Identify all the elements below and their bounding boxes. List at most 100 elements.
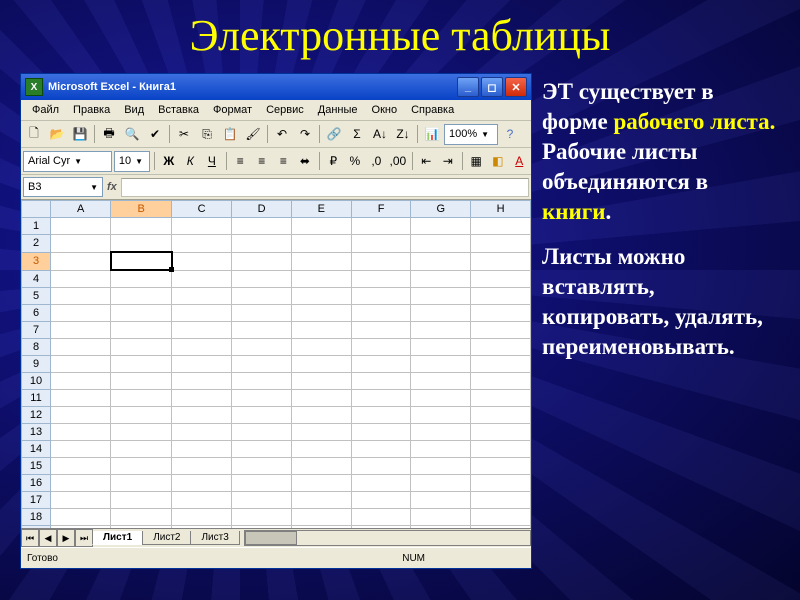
cell-G6[interactable] [411,305,471,322]
cell-G19[interactable] [411,526,471,529]
row-header-18[interactable]: 18 [22,509,51,526]
cell-B3[interactable] [111,252,172,270]
cell-C13[interactable] [172,424,232,441]
cell-G8[interactable] [411,339,471,356]
cell-G16[interactable] [411,475,471,492]
cell-E19[interactable] [291,526,351,529]
bold-icon[interactable]: Ж [159,150,179,172]
cell-G17[interactable] [411,492,471,509]
cell-D12[interactable] [232,407,292,424]
cell-B10[interactable] [111,373,172,390]
sum-icon[interactable]: Σ [346,123,368,145]
name-box[interactable]: B3▼ [23,177,103,197]
row-header-11[interactable]: 11 [22,390,51,407]
cell-B2[interactable] [111,235,172,253]
formula-input[interactable] [121,178,529,197]
cell-A1[interactable] [51,218,111,235]
tab-nav-prev[interactable]: ◀ [39,529,57,547]
cell-D10[interactable] [232,373,292,390]
cell-C14[interactable] [172,441,232,458]
cell-A18[interactable] [51,509,111,526]
cell-B8[interactable] [111,339,172,356]
maximize-button[interactable]: ◻ [481,77,503,97]
cell-A12[interactable] [51,407,111,424]
cell-F19[interactable] [351,526,411,529]
link-icon[interactable]: 🔗 [323,123,345,145]
col-header-E[interactable]: E [291,201,351,218]
cell-H19[interactable] [471,526,531,529]
cell-A11[interactable] [51,390,111,407]
menu-tools[interactable]: Сервис [259,102,311,118]
cell-C8[interactable] [172,339,232,356]
cell-E13[interactable] [291,424,351,441]
cell-G18[interactable] [411,509,471,526]
cell-B14[interactable] [111,441,172,458]
cell-D11[interactable] [232,390,292,407]
cell-D3[interactable] [232,252,292,270]
cell-A7[interactable] [51,322,111,339]
cell-E6[interactable] [291,305,351,322]
cell-E10[interactable] [291,373,351,390]
cell-F12[interactable] [351,407,411,424]
tab-nav-first[interactable]: ⏮ [21,529,39,547]
cell-B18[interactable] [111,509,172,526]
select-all-corner[interactable] [22,201,51,218]
fill-color-icon[interactable]: ◧ [488,150,508,172]
row-header-9[interactable]: 9 [22,356,51,373]
col-header-D[interactable]: D [232,201,292,218]
align-right-icon[interactable]: ≡ [274,150,294,172]
cell-F13[interactable] [351,424,411,441]
cell-G12[interactable] [411,407,471,424]
print-icon[interactable]: 🖶 [98,123,120,145]
menu-window[interactable]: Окно [365,102,405,118]
cell-F5[interactable] [351,288,411,305]
fx-icon[interactable]: fx [107,181,117,193]
cell-G9[interactable] [411,356,471,373]
cell-E4[interactable] [291,270,351,288]
cell-A9[interactable] [51,356,111,373]
cell-E7[interactable] [291,322,351,339]
cell-H14[interactable] [471,441,531,458]
horizontal-scrollbar[interactable] [244,530,531,546]
cell-C3[interactable] [172,252,232,270]
cell-C12[interactable] [172,407,232,424]
cell-B5[interactable] [111,288,172,305]
cell-F8[interactable] [351,339,411,356]
undo-icon[interactable]: ↶ [271,123,293,145]
row-header-1[interactable]: 1 [22,218,51,235]
cell-F10[interactable] [351,373,411,390]
cell-F2[interactable] [351,235,411,253]
spreadsheet-grid[interactable]: ABCDEFGH1234567891011121314151617181920 [21,200,531,528]
cell-H6[interactable] [471,305,531,322]
cell-E17[interactable] [291,492,351,509]
cell-C5[interactable] [172,288,232,305]
decimal-inc-icon[interactable]: ,0 [367,150,387,172]
cell-E5[interactable] [291,288,351,305]
cell-G1[interactable] [411,218,471,235]
cell-D15[interactable] [232,458,292,475]
cell-C10[interactable] [172,373,232,390]
cell-H13[interactable] [471,424,531,441]
cell-B19[interactable] [111,526,172,529]
cell-H5[interactable] [471,288,531,305]
cell-C7[interactable] [172,322,232,339]
cell-A13[interactable] [51,424,111,441]
cell-F4[interactable] [351,270,411,288]
cell-F17[interactable] [351,492,411,509]
save-icon[interactable]: 💾 [69,123,91,145]
cell-F7[interactable] [351,322,411,339]
cell-A2[interactable] [51,235,111,253]
decimal-dec-icon[interactable]: ,00 [388,150,408,172]
underline-icon[interactable]: Ч [202,150,222,172]
cell-E2[interactable] [291,235,351,253]
cell-D9[interactable] [232,356,292,373]
cell-E16[interactable] [291,475,351,492]
cell-F6[interactable] [351,305,411,322]
cell-E9[interactable] [291,356,351,373]
cell-E14[interactable] [291,441,351,458]
italic-icon[interactable]: К [181,150,201,172]
merge-icon[interactable]: ⬌ [295,150,315,172]
cell-A16[interactable] [51,475,111,492]
paste-icon[interactable]: 📋 [219,123,241,145]
cell-H12[interactable] [471,407,531,424]
